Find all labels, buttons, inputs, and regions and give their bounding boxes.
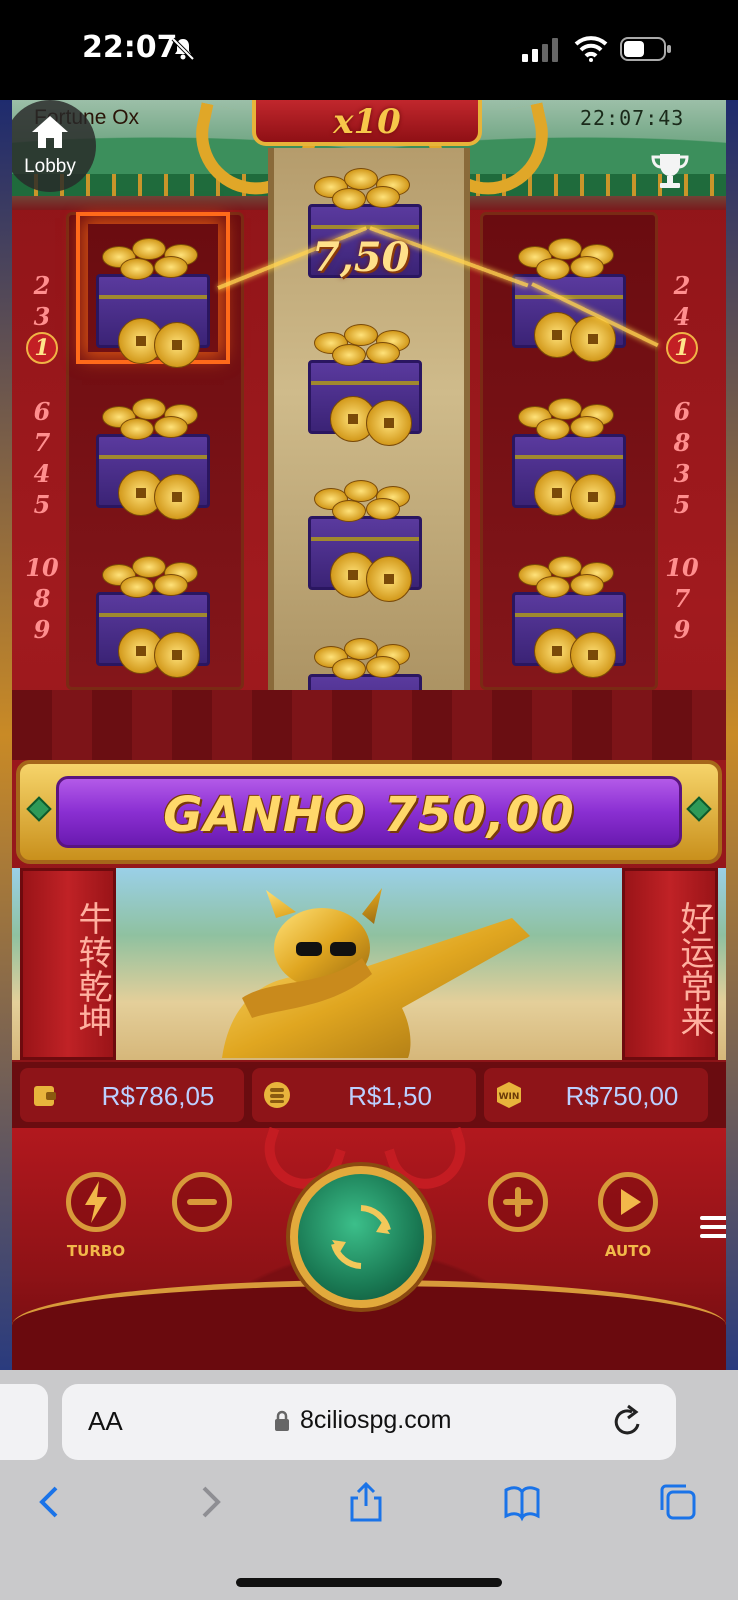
auto-label: AUTO (604, 1242, 652, 1260)
reader-options-button[interactable]: AA (88, 1406, 123, 1437)
win-banner-inner: GANHO 750,00 (56, 776, 682, 848)
pillar-right: 好运常来 (622, 868, 718, 1060)
turbo-label: TURBO (66, 1242, 126, 1260)
play-icon (621, 1189, 641, 1215)
bell-muted-icon (171, 37, 195, 61)
balance-box: R$786,05 (20, 1068, 244, 1122)
auto-spin-button[interactable] (598, 1172, 658, 1232)
spin-arrows-icon (331, 1205, 391, 1269)
win-value: R$750,00 (565, 1081, 679, 1111)
url-text: 8ciliospg.com (300, 1406, 452, 1434)
wifi-icon (574, 36, 608, 62)
menu-icon[interactable] (700, 1214, 726, 1240)
balance-value: R$786,05 (101, 1081, 215, 1111)
payline-number-active: 1 (26, 332, 58, 364)
bet-box: R$1,50 (252, 1068, 476, 1122)
decrease-bet-button[interactable] (172, 1172, 232, 1232)
payline-numbers-left: 2 3 1 6 7 4 5 10 8 9 (24, 270, 60, 645)
coin-chest-symbol-winning (76, 212, 230, 368)
pillar-left: 牛转乾坤 (20, 868, 116, 1060)
share-icon[interactable] (346, 1482, 386, 1522)
minus-icon (187, 1199, 217, 1205)
payline-numbers-right: 2 4 1 6 8 3 5 10 7 9 (664, 270, 700, 645)
controls-panel: TURBO AUTO (12, 1126, 726, 1370)
side-decor-right (726, 100, 738, 1370)
coin-chest-symbol (504, 384, 634, 520)
line-win-amount: 7,50 (312, 234, 410, 281)
payline-number-active: 1 (666, 332, 698, 364)
lobby-label: Lobby (24, 156, 76, 177)
tabs-icon[interactable] (658, 1482, 698, 1522)
bet-value: R$1,50 (348, 1081, 432, 1111)
win-badge-icon: WIN (497, 1082, 521, 1108)
payline-number: 4 (673, 302, 691, 331)
gem-icon (686, 796, 712, 822)
payline-number: 2 (673, 271, 691, 300)
phone-screen: 22:07 Fortune (0, 0, 738, 1600)
win-banner: GANHO 750,00 (16, 760, 722, 864)
payline-number: 7 (33, 428, 51, 457)
coin-chest-symbol (88, 542, 218, 678)
increase-bet-button[interactable] (488, 1172, 548, 1232)
status-time: 22:07 (82, 30, 178, 65)
slot-game: Fortune Ox x10 22:07:43 Lobby 2 3 1 6 7 … (12, 100, 726, 1370)
wallet-icon (34, 1086, 56, 1106)
coin-chest-symbol (300, 310, 430, 446)
browser-toolbar: AA 8ciliospg.com (0, 1370, 738, 1600)
browser-nav-row (0, 1468, 738, 1538)
home-indicator (236, 1578, 502, 1587)
win-box: WIN R$750,00 (484, 1068, 708, 1122)
spin-button[interactable] (290, 1166, 432, 1308)
back-icon[interactable] (30, 1482, 70, 1522)
side-decor-left (0, 100, 12, 1370)
cellular-signal-icon (522, 38, 558, 62)
bookmarks-icon[interactable] (502, 1482, 542, 1522)
lock-icon (275, 1410, 289, 1431)
payline-number: 3 (673, 459, 691, 488)
payline-number: 9 (33, 615, 51, 644)
payline-number: 5 (33, 490, 51, 519)
address-bar[interactable]: AA 8ciliospg.com (62, 1384, 676, 1460)
payline-number: 6 (673, 397, 691, 426)
plus-icon (503, 1187, 533, 1217)
payline-number: 8 (33, 584, 51, 613)
game-clock: 22:07:43 (580, 106, 685, 130)
payline-number: 2 (33, 271, 51, 300)
payline-number: 10 (25, 553, 59, 582)
pillar-right-text: 好运常来 (674, 901, 714, 1037)
coin-chest-symbol (504, 542, 634, 678)
trophy-icon[interactable] (648, 148, 692, 192)
turbo-button[interactable] (66, 1172, 126, 1232)
golden-ox-mascot (222, 888, 530, 1058)
multiplier-badge: x10 (252, 100, 482, 146)
status-bar: 22:07 (0, 0, 738, 100)
payline-number: 7 (673, 584, 691, 613)
lightning-icon (85, 1181, 107, 1223)
previous-tab-preview[interactable] (0, 1384, 48, 1460)
payline-number: 4 (33, 459, 51, 488)
coin-chest-symbol (88, 384, 218, 520)
win-banner-text: GANHO 750,00 (163, 787, 575, 843)
pillar-left-text: 牛转乾坤 (72, 901, 112, 1037)
payline-number: 5 (673, 490, 691, 519)
coin-chest-symbol (300, 466, 430, 602)
payline-number: 3 (33, 302, 51, 331)
gem-icon (26, 796, 52, 822)
forward-icon[interactable] (190, 1482, 230, 1522)
payline-number: 9 (673, 615, 691, 644)
info-row: R$786,05 R$1,50 WIN R$750,00 (12, 1062, 726, 1128)
reload-icon[interactable] (612, 1404, 644, 1438)
payline-number: 6 (33, 397, 51, 426)
payline-number: 10 (665, 553, 699, 582)
svg-text:WIN: WIN (499, 1092, 520, 1102)
battery-icon (620, 37, 671, 61)
payline-number: 8 (673, 428, 691, 457)
temple-floor-decor (12, 690, 726, 760)
home-icon (32, 116, 68, 148)
coin-stack-icon (264, 1082, 290, 1108)
multiplier-value: x10 (333, 102, 401, 142)
coin-chest-symbol (504, 224, 634, 362)
